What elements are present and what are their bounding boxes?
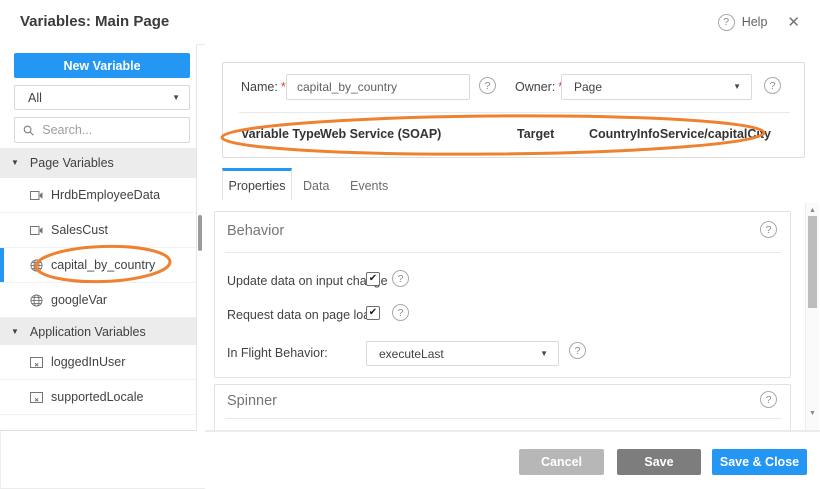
sidebar-item-label: capital_by_country (51, 258, 155, 272)
web-service-icon (30, 294, 43, 307)
new-variable-button[interactable]: New Variable (14, 53, 190, 78)
name-help-icon[interactable]: ? (479, 77, 496, 94)
in-flight-behavior-help-icon[interactable]: ? (569, 342, 586, 359)
variable-list: ▼ Page Variables HrdbEmployeeData SalesC… (0, 148, 196, 415)
variable-search (14, 117, 190, 143)
sidebar-item-salescust[interactable]: SalesCust (0, 213, 196, 248)
divider (239, 112, 790, 113)
variables-dialog: Variables: Main Page ? Help ✕ New Variab… (0, 0, 820, 489)
update-on-input-checkbox[interactable]: ✔ (366, 272, 380, 286)
sidebar-item-supportedlocale[interactable]: supportedLocale (0, 380, 196, 415)
section-label: Application Variables (30, 325, 146, 339)
collapse-arrow-icon: ▼ (11, 159, 19, 167)
chevron-down-icon: ▼ (172, 94, 180, 102)
tab-events[interactable]: Events (350, 179, 388, 193)
behavior-title: Behavior (227, 223, 284, 239)
owner-value: Page (574, 80, 602, 94)
variable-filter-value: All (28, 91, 42, 105)
help-label[interactable]: Help (742, 15, 768, 29)
variable-type-label: Variable Type (241, 127, 321, 141)
page-title: Variables: Main Page (20, 13, 169, 30)
sidebar-item-label: loggedInUser (51, 355, 125, 369)
scroll-down-icon[interactable]: ▼ (806, 410, 819, 417)
in-flight-behavior-value: executeLast (379, 347, 444, 361)
variable-detail-panel: Name:* ? Owner:* Page ▼ ? Variable Type … (205, 44, 820, 489)
name-label: Name:* (241, 80, 286, 94)
name-field[interactable] (286, 74, 470, 100)
in-flight-behavior-select[interactable]: executeLast ▼ (366, 341, 559, 366)
divider (205, 430, 820, 432)
owner-label: Owner:* (515, 80, 563, 94)
divider (225, 252, 781, 253)
dialog-header: Variables: Main Page ? Help ✕ (0, 0, 820, 45)
sidebar-item-label: supportedLocale (51, 390, 143, 404)
required-marker: * (281, 80, 286, 94)
request-on-load-checkbox[interactable]: ✔ (366, 306, 380, 320)
variable-filter-select[interactable]: All ▼ (14, 85, 190, 110)
owner-select[interactable]: Page ▼ (561, 74, 752, 100)
chevron-down-icon: ▼ (540, 350, 548, 358)
sidebar-item-label: googleVar (51, 293, 107, 307)
section-label: Page Variables (30, 156, 114, 170)
scroll-up-icon[interactable]: ▲ (806, 207, 819, 214)
variable-summary-box: Name:* ? Owner:* Page ▼ ? Variable Type … (222, 62, 805, 158)
tab-properties[interactable]: Properties (222, 168, 292, 200)
target-label: Target (517, 127, 554, 141)
search-input[interactable] (40, 122, 181, 138)
behavior-section: Behavior ? Update data on input change ✔… (214, 211, 791, 378)
sidebar-item-loggedinuser[interactable]: loggedInUser (0, 345, 196, 380)
sidebar-item-label: SalesCust (51, 223, 108, 237)
tab-data[interactable]: Data (303, 179, 329, 193)
divider (225, 418, 781, 419)
sidebar-item-googlevar[interactable]: googleVar (0, 283, 196, 318)
static-variable-icon (30, 357, 43, 368)
spinner-section: Spinner ? (214, 384, 791, 430)
live-variable-icon (30, 190, 43, 201)
owner-help-icon[interactable]: ? (764, 77, 781, 94)
close-icon[interactable]: ✕ (787, 13, 800, 31)
collapse-arrow-icon: ▼ (11, 328, 19, 336)
sidebar-scrollbar-thumb[interactable] (198, 215, 202, 251)
chevron-down-icon: ▼ (733, 83, 741, 91)
header-actions: ? Help ✕ (718, 0, 800, 44)
properties-scrollbar[interactable]: ▲ ▼ (805, 203, 819, 430)
check-icon: ✔ (369, 308, 377, 318)
request-on-load-help-icon[interactable]: ? (392, 304, 409, 321)
section-application-variables[interactable]: ▼ Application Variables (0, 318, 196, 345)
sidebar-item-label: HrdbEmployeeData (51, 188, 160, 202)
save-and-close-button[interactable]: Save & Close (712, 449, 807, 475)
update-on-input-label: Update data on input change (227, 274, 388, 288)
behavior-help-icon[interactable]: ? (760, 221, 777, 238)
sidebar-item-hrdbemployeedata[interactable]: HrdbEmployeeData (0, 178, 196, 213)
request-on-load-label: Request data on page load (227, 308, 377, 322)
cancel-button[interactable]: Cancel (519, 449, 604, 475)
save-button[interactable]: Save (617, 449, 701, 475)
help-icon[interactable]: ? (718, 14, 735, 31)
static-variable-icon (30, 392, 43, 403)
update-on-input-help-icon[interactable]: ? (392, 270, 409, 287)
scrollbar-thumb[interactable] (808, 216, 817, 308)
variables-sidebar: New Variable All ▼ ▼ Page Variables (0, 44, 197, 431)
spinner-help-icon[interactable]: ? (760, 391, 777, 408)
spinner-title: Spinner (227, 393, 277, 409)
web-service-icon (30, 259, 43, 272)
check-icon: ✔ (369, 274, 377, 284)
target-value: CountryInfoService/capitalCity (589, 127, 771, 141)
section-page-variables[interactable]: ▼ Page Variables (0, 148, 196, 178)
variable-type-value: Web Service (SOAP) (320, 127, 441, 141)
search-icon (23, 124, 34, 137)
sidebar-item-capital-by-country[interactable]: capital_by_country (0, 248, 196, 283)
in-flight-behavior-label: In Flight Behavior: (227, 346, 328, 360)
live-variable-icon (30, 225, 43, 236)
